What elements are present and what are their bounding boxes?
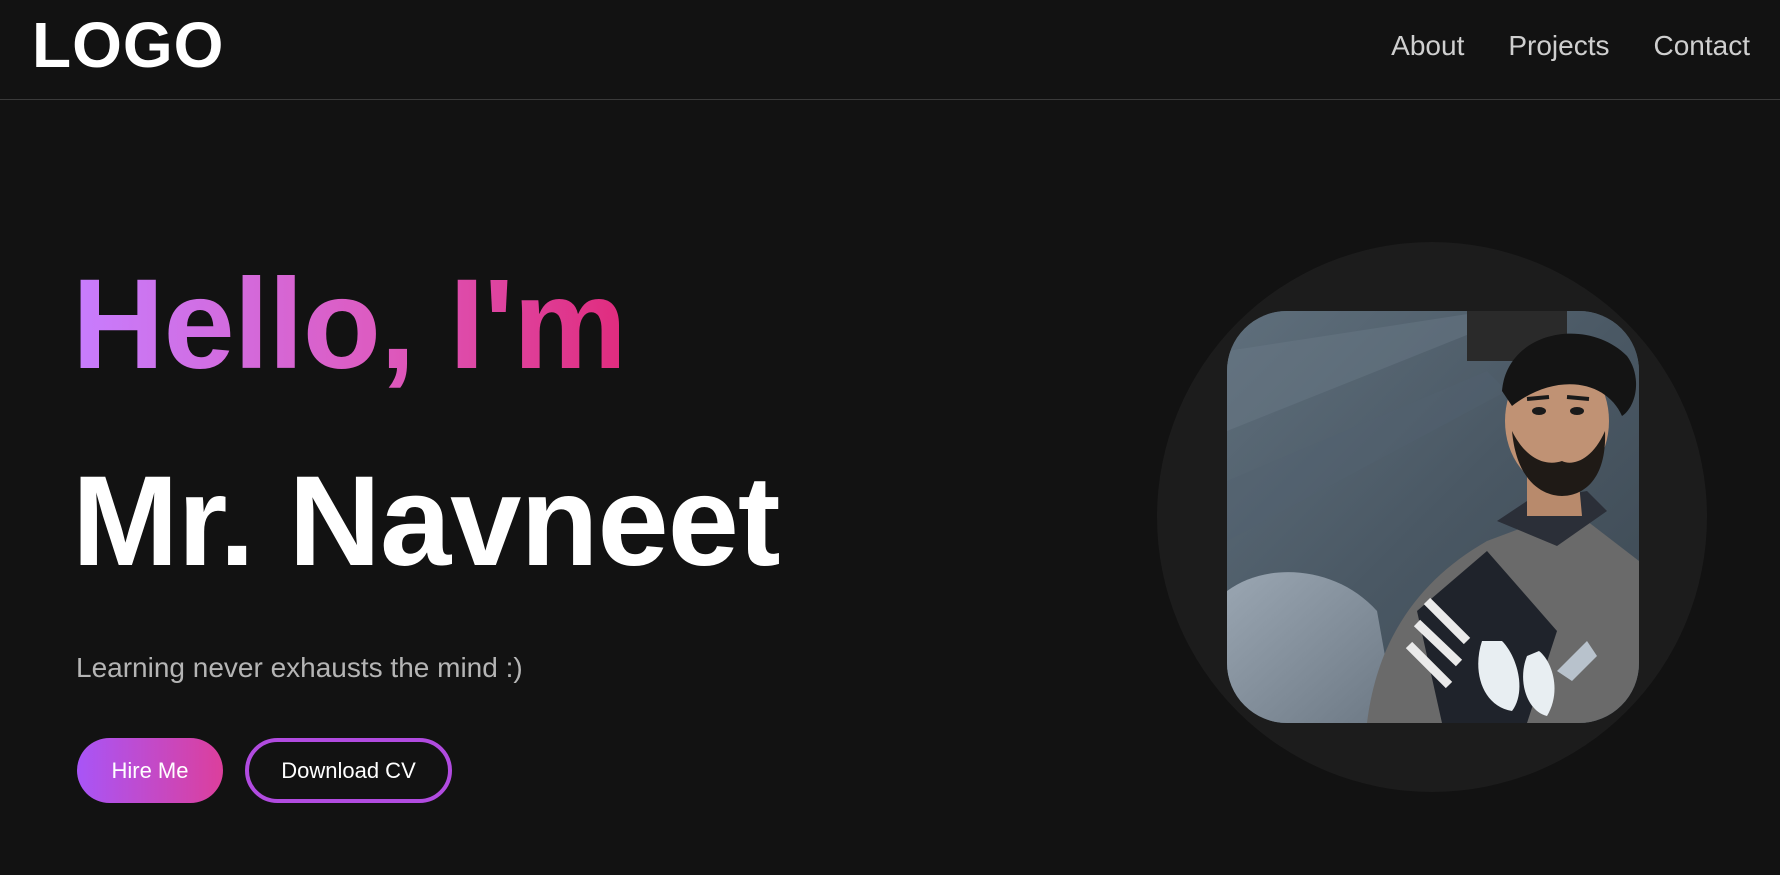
hero-greeting: Hello, I'm xyxy=(72,253,627,396)
nav-link-contact[interactable]: Contact xyxy=(1654,28,1751,64)
download-cv-button[interactable]: Download CV xyxy=(245,738,452,803)
navbar: LOGO About Projects Contact xyxy=(0,0,1780,100)
profile-photo-illustration xyxy=(1227,311,1639,723)
nav-link-about[interactable]: About xyxy=(1391,28,1464,64)
nav-links: About Projects Contact xyxy=(1391,28,1750,64)
profile-photo xyxy=(1227,311,1639,723)
logo[interactable]: LOGO xyxy=(32,10,224,80)
hero-tagline: Learning never exhausts the mind :) xyxy=(76,652,523,683)
hero-name: Mr. Navneet xyxy=(72,450,780,593)
hire-me-button[interactable]: Hire Me xyxy=(77,738,223,803)
nav-link-projects[interactable]: Projects xyxy=(1508,28,1609,64)
